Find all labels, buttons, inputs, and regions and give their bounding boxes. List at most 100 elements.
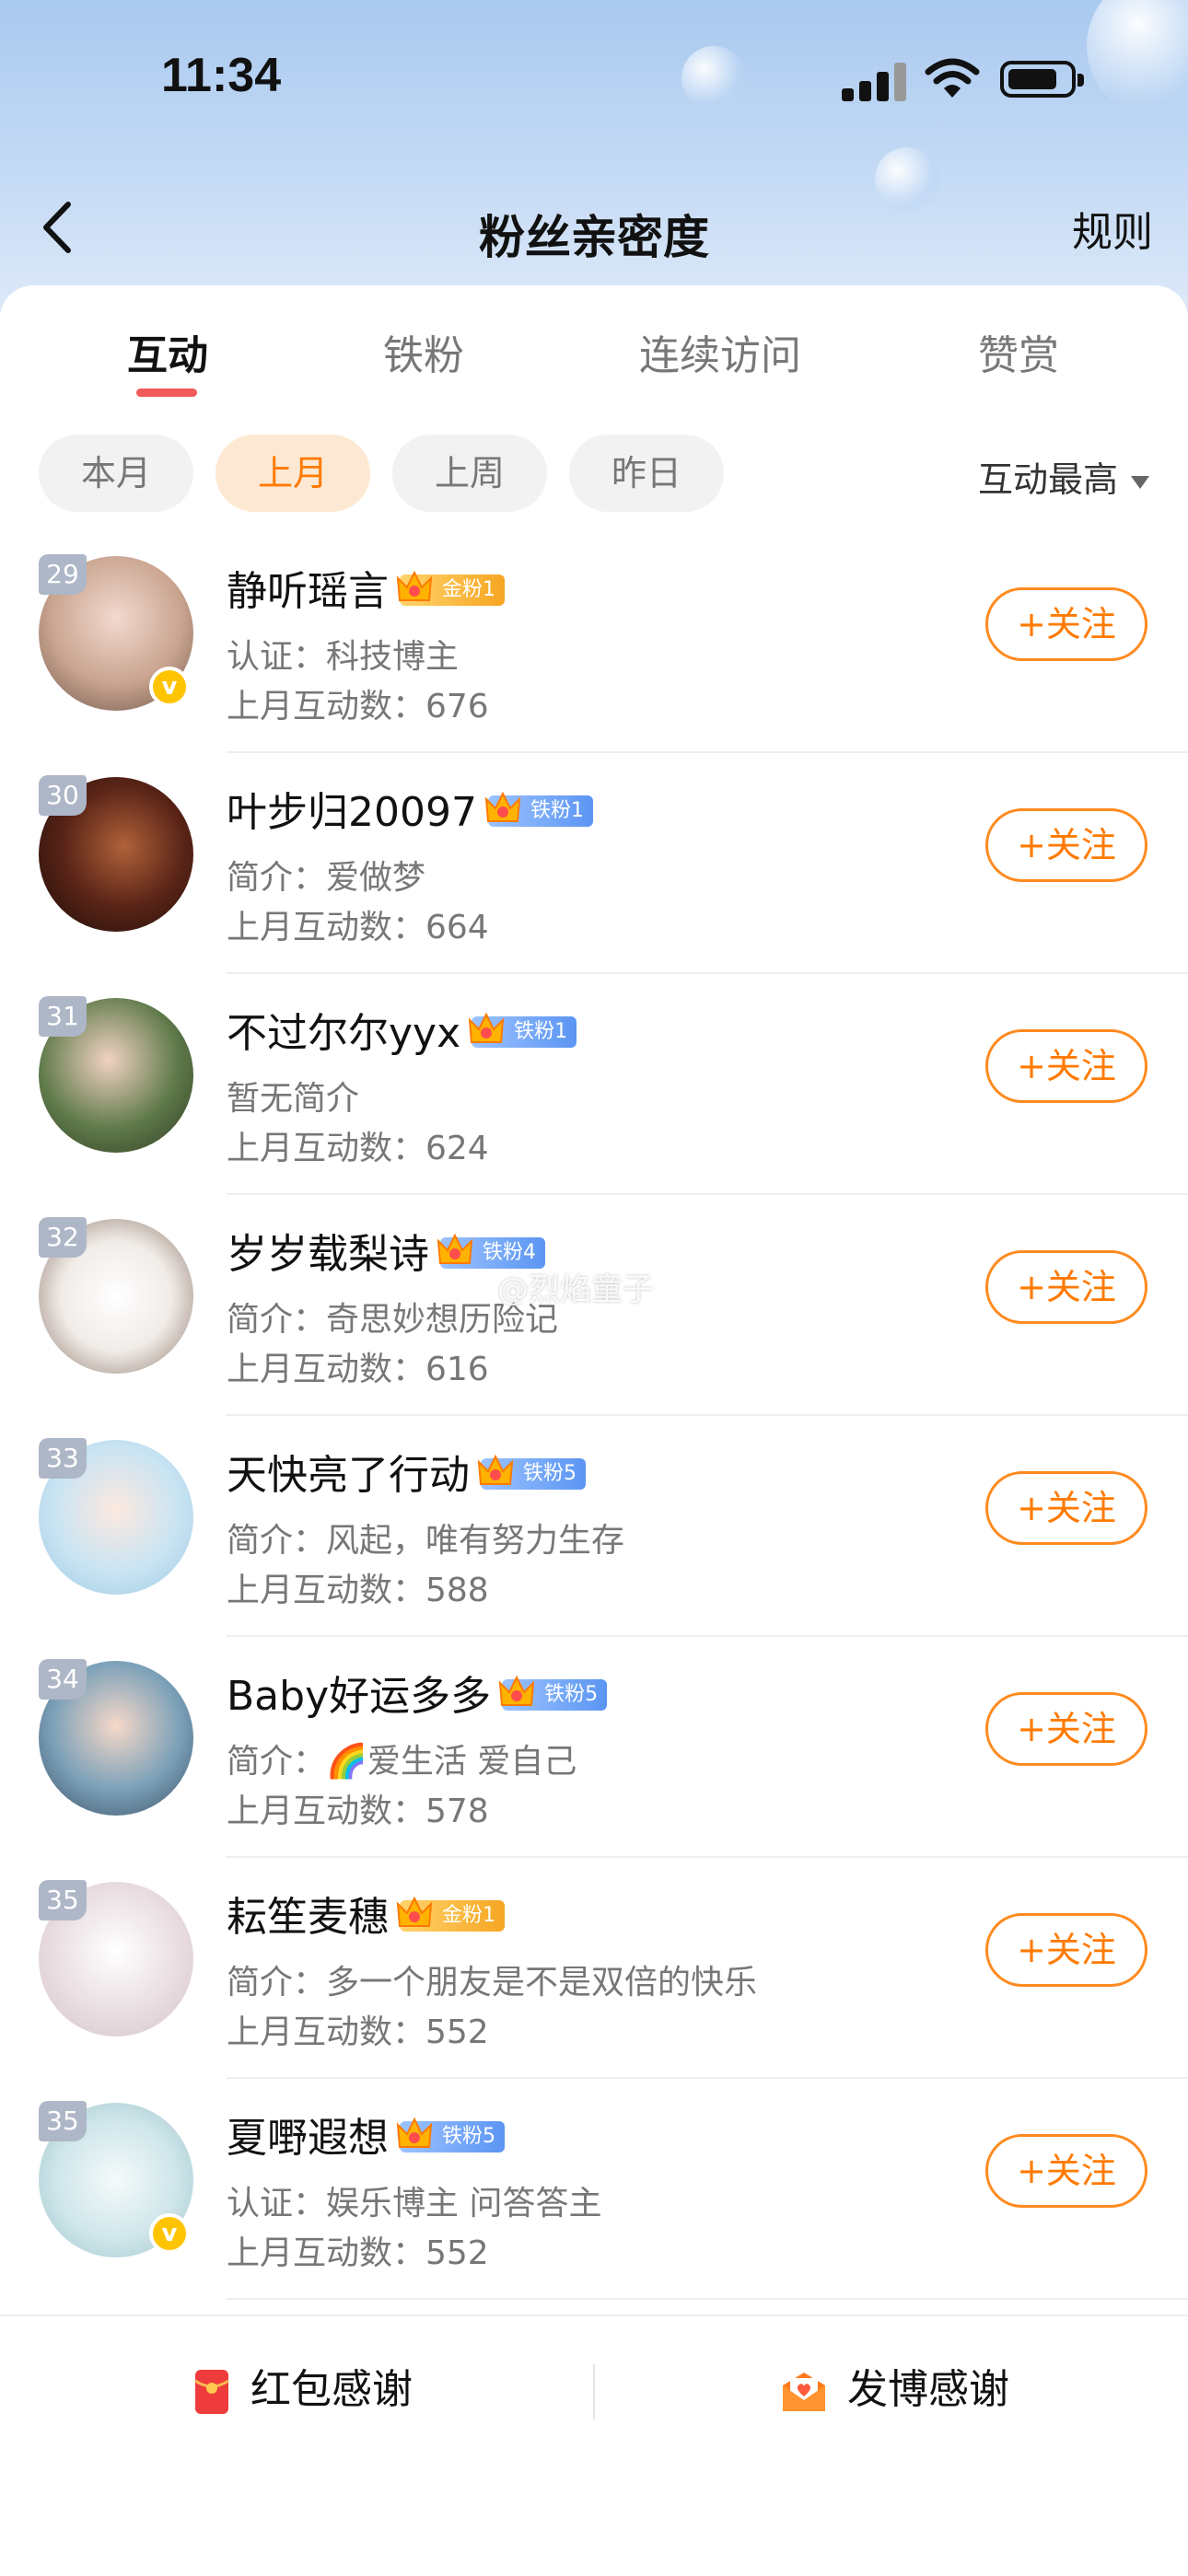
filter-last-week[interactable]: 上周 xyxy=(392,435,547,512)
interaction-count: 上月互动数：616 xyxy=(227,1351,489,1388)
verified-icon: v xyxy=(149,2213,190,2254)
follow-button[interactable]: +关注 xyxy=(985,1692,1147,1766)
fan-level-text: 铁粉5 xyxy=(523,1462,577,1485)
fan-bio: 简介：爱做梦 xyxy=(227,859,426,897)
post-thanks-label: 发博感谢 xyxy=(847,2366,1009,2413)
fan-level-badge: 铁粉1 xyxy=(468,1012,577,1048)
crown-icon xyxy=(396,2117,433,2148)
fan-level-text: 铁粉1 xyxy=(514,1020,568,1043)
fan-name: 耘笙麦穗 xyxy=(227,1894,389,1941)
fan-row[interactable]: 31 不过尔尔yyx 铁粉1 暂无简介 上月互动数：624 +关注 xyxy=(0,974,1188,1195)
fan-row[interactable]: 35 v 夏嘢遐想 铁粉5 认证：娱乐博主 问答答主 上月互动数：552 +关注 xyxy=(0,2079,1188,2300)
rank-badge: 30 xyxy=(39,775,87,816)
fan-name: 静听瑶言 xyxy=(227,568,389,615)
fan-row[interactable]: 33 天快亮了行动 铁粉5 简介：风起，唯有努力生存 上月互动数：588 +关注 xyxy=(0,1416,1188,1637)
interaction-count: 上月互动数：552 xyxy=(227,2013,489,2051)
rules-link[interactable]: 规则 xyxy=(1072,199,1153,258)
fan-bio: 暂无简介 xyxy=(227,1080,360,1118)
fan-name-line[interactable]: 夏嘢遐想 铁粉5 xyxy=(227,2105,505,2164)
crown-icon xyxy=(437,1233,473,1264)
verified-icon: v xyxy=(149,667,190,707)
fan-level-badge: 金粉1 xyxy=(396,570,505,606)
status-bar: 11:34 xyxy=(0,0,1188,157)
fan-name-line[interactable]: 天快亮了行动 铁粉5 xyxy=(227,1442,586,1501)
red-packet-thanks-button[interactable]: 红包感谢 xyxy=(193,2353,413,2427)
red-packet-thanks-label: 红包感谢 xyxy=(250,2366,413,2413)
fan-name-line[interactable]: 不过尔尔yyx 铁粉1 xyxy=(227,1000,577,1059)
tab-iron-fans[interactable]: 铁粉 xyxy=(383,322,464,381)
tab-appreciation[interactable]: 赞赏 xyxy=(978,322,1059,381)
rank-badge: 31 xyxy=(39,996,87,1037)
envelope-heart-icon xyxy=(783,2373,825,2411)
post-thanks-button[interactable]: 发博感谢 xyxy=(779,2353,1009,2427)
fan-level-text: 铁粉5 xyxy=(544,1683,599,1706)
fan-name: 天快亮了行动 xyxy=(227,1452,470,1499)
follow-button[interactable]: +关注 xyxy=(985,1913,1147,1987)
follow-button[interactable]: +关注 xyxy=(985,587,1147,661)
fan-bio: 认证：科技博主 xyxy=(227,638,460,676)
follow-button[interactable]: +关注 xyxy=(985,1250,1147,1324)
fan-name: 岁岁载梨诗 xyxy=(227,1231,429,1278)
crown-icon xyxy=(484,791,521,822)
crown-icon xyxy=(498,1675,535,1706)
crown-icon xyxy=(477,1454,514,1485)
period-filter: 本月 上月 上周 昨日 互动最高 xyxy=(0,435,1188,514)
fan-level-text: 铁粉4 xyxy=(483,1241,536,1264)
interaction-count: 上月互动数：588 xyxy=(227,1572,489,1609)
fan-bio: 简介：风起，唯有努力生存 xyxy=(227,1522,625,1560)
tab-consecutive-visits[interactable]: 连续访问 xyxy=(639,322,801,381)
fan-row[interactable]: 30 叶步归20097 铁粉1 简介：爱做梦 上月互动数：664 +关注 xyxy=(0,753,1188,974)
sort-dropdown[interactable]: 互动最高 xyxy=(978,451,1149,502)
nav-bar: 粉丝亲密度 规则 xyxy=(0,175,1188,276)
rank-badge: 33 xyxy=(39,1438,87,1479)
interaction-count: 上月互动数：552 xyxy=(227,2234,489,2272)
fan-row[interactable]: 34 Baby好运多多 铁粉5 简介：🌈爱生活 爱自己 上月互动数：578 +关注 xyxy=(0,1637,1188,1858)
filter-yesterday[interactable]: 昨日 xyxy=(569,435,724,512)
battery-icon xyxy=(1000,61,1084,98)
fan-name-line[interactable]: 耘笙麦穗 金粉1 xyxy=(227,1884,505,1943)
fan-level-text: 铁粉5 xyxy=(442,2125,495,2148)
crown-icon xyxy=(396,570,433,601)
follow-button[interactable]: +关注 xyxy=(985,2134,1147,2208)
follow-button[interactable]: +关注 xyxy=(985,1029,1147,1103)
fan-level-badge: 铁粉5 xyxy=(477,1454,586,1490)
wifi-icon xyxy=(925,58,980,98)
interaction-count: 上月互动数：664 xyxy=(227,909,489,946)
rank-badge: 34 xyxy=(39,1659,87,1700)
crown-icon xyxy=(396,1896,433,1927)
fan-name: 夏嘢遐想 xyxy=(227,2115,389,2162)
signal-icon xyxy=(842,63,906,101)
rank-badge: 29 xyxy=(39,554,87,595)
follow-button[interactable]: +关注 xyxy=(985,1471,1147,1545)
fan-row[interactable]: 29 v 静听瑶言 金粉1 认证：科技博主 上月互动数：676 +关注 xyxy=(0,532,1188,753)
red-packet-icon xyxy=(194,2370,229,2414)
filter-last-month[interactable]: 上月 xyxy=(215,435,370,512)
rank-badge: 32 xyxy=(39,1217,87,1258)
interaction-count: 上月互动数：676 xyxy=(227,688,489,725)
crown-icon xyxy=(468,1012,505,1043)
fan-name: Baby好运多多 xyxy=(227,1673,492,1720)
fan-level-badge: 铁粉5 xyxy=(396,2117,505,2152)
fan-name: 不过尔尔yyx xyxy=(227,1010,461,1057)
fan-name-line[interactable]: 静听瑶言 金粉1 xyxy=(227,558,505,617)
sort-label: 互动最高 xyxy=(977,459,1118,500)
follow-button[interactable]: +关注 xyxy=(985,808,1147,882)
interaction-count: 上月互动数：578 xyxy=(227,1793,489,1830)
fan-name-line[interactable]: Baby好运多多 铁粉5 xyxy=(227,1663,608,1722)
fan-row[interactable]: 35 耘笙麦穗 金粉1 简介：多一个朋友是不是双倍的快乐 上月互动数：552 +关… xyxy=(0,1858,1188,2079)
active-tab-indicator xyxy=(136,389,197,397)
fan-level-badge: 铁粉5 xyxy=(498,1675,608,1711)
tab-interaction[interactable]: 互动 xyxy=(127,322,208,381)
fan-level-badge: 铁粉1 xyxy=(484,791,593,827)
fan-level-badge: 金粉1 xyxy=(396,1896,505,1932)
interaction-count: 上月互动数：624 xyxy=(227,1130,489,1167)
rank-badge: 35 xyxy=(39,2101,87,2141)
fan-level-text: 铁粉1 xyxy=(530,799,584,822)
bottom-action-bar: 红包感谢 发博感谢 xyxy=(0,2315,1188,2576)
divider xyxy=(593,2364,595,2419)
fan-name-line[interactable]: 叶步归20097 铁粉1 xyxy=(227,779,593,838)
rank-badge: 35 xyxy=(39,1880,87,1920)
page-title: 粉丝亲密度 xyxy=(479,211,709,264)
status-time: 11:34 xyxy=(161,49,282,102)
filter-this-month[interactable]: 本月 xyxy=(39,435,193,512)
